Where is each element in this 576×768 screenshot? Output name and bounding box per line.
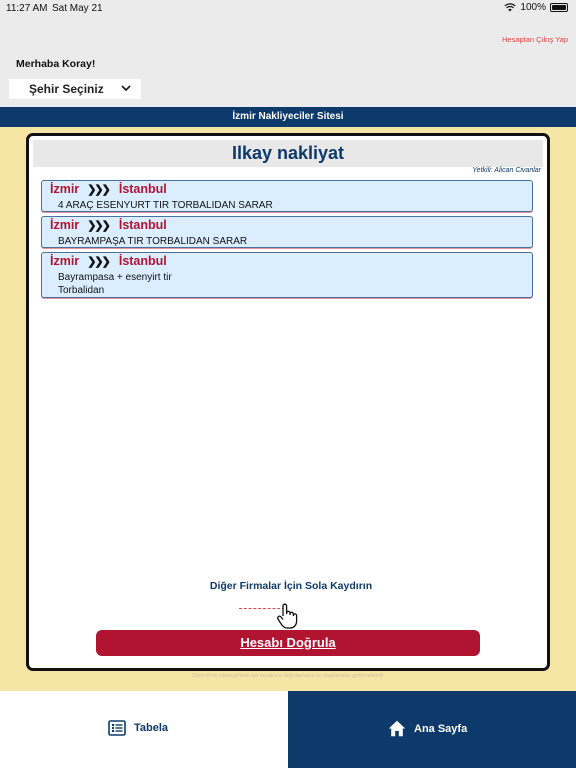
route-from: İzmir xyxy=(50,182,80,196)
chevron-down-icon xyxy=(121,85,131,92)
route-item[interactable]: İzmir ❯❯❯ İstanbul 4 ARAÇ ESENYURT TIR T… xyxy=(41,180,533,212)
tab-ana-sayfa-label: Ana Sayfa xyxy=(414,722,468,735)
route-description: 4 ARAÇ ESENYURT TIR TORBALIDAN SARAR xyxy=(58,200,273,211)
route-to: İstanbul xyxy=(118,254,167,268)
route-from: İzmir xyxy=(50,254,80,268)
status-date: Sat May 21 xyxy=(52,3,103,14)
company-name: Ilkay nakliyat xyxy=(33,140,543,167)
route-item[interactable]: İzmir ❯❯❯ İstanbul Bayrampasa + esenyirt… xyxy=(41,252,533,298)
hand-pointer-icon xyxy=(277,603,298,629)
logout-link[interactable]: Hesaptan Çıkış Yap xyxy=(502,35,568,44)
double-chevron-right-icon: ❯❯❯ xyxy=(87,183,111,196)
battery-icon xyxy=(550,3,568,12)
double-chevron-right-icon: ❯❯❯ xyxy=(87,219,111,232)
authorized-person: Yetkili: Alican Civanlar xyxy=(472,167,541,174)
status-bar: 11:27 AM Sat May 21 100% xyxy=(0,0,576,16)
wifi-icon xyxy=(504,3,517,12)
home-icon xyxy=(388,720,406,737)
route-to: İstanbul xyxy=(118,218,167,232)
city-select[interactable]: Şehir Seçiniz xyxy=(9,79,141,99)
tab-tabela-label: Tabela xyxy=(134,722,169,734)
route-description: BAYRAMPAŞA TIR TORBALIDAN SARAR xyxy=(58,236,248,247)
site-banner: İzmir Nakliyeciler Sitesi xyxy=(0,107,576,127)
battery-percent: 100% xyxy=(520,2,546,13)
company-card[interactable]: Ilkay nakliyat Yetkili: Alican Civanlar … xyxy=(26,133,550,671)
list-icon xyxy=(108,720,126,736)
tab-bar: Tabela Ana Sayfa xyxy=(0,691,576,768)
route-description: Bayrampasa + esenyirt tir xyxy=(58,272,172,283)
route-item[interactable]: İzmir ❯❯❯ İstanbul BAYRAMPAŞA TIR TORBAL… xyxy=(41,216,533,248)
route-from: İzmir xyxy=(50,218,80,232)
footer-note: Sistemimizi etkinleştirmek için hesabını… xyxy=(192,673,384,679)
double-chevron-right-icon: ❯❯❯ xyxy=(87,255,111,268)
route-to: İstanbul xyxy=(118,182,167,196)
greeting-text: Merhaba Koray! xyxy=(16,58,96,70)
swipe-hint: Diğer Firmalar İçin Sola Kaydırın xyxy=(209,580,373,592)
status-time: 11:27 AM xyxy=(6,3,48,14)
status-indicators: 100% xyxy=(504,2,568,13)
route-description-line2: Torbalidan xyxy=(58,285,105,296)
city-select-value: Şehir Seçiniz xyxy=(29,82,104,96)
tab-tabela[interactable]: Tabela xyxy=(0,691,288,768)
tab-ana-sayfa[interactable]: Ana Sayfa xyxy=(288,691,576,768)
verify-account-button[interactable]: Hesabı Doğrula xyxy=(96,630,480,656)
